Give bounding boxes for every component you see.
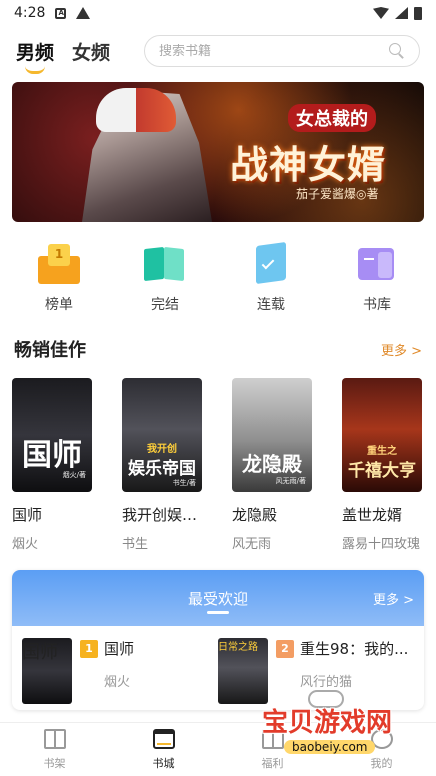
book-title: 国师 — [12, 506, 43, 524]
nav-bookstore[interactable]: 书城 — [109, 723, 218, 776]
status-bar: 4:28 — [0, 0, 436, 26]
signal-icon — [395, 7, 408, 19]
nav-welfare[interactable]: 福利 — [218, 723, 327, 776]
cover-title: 千禧大亨 — [348, 461, 416, 481]
cover-author: 烟火/著 — [62, 471, 86, 479]
ranking-icon: 1 — [36, 242, 82, 286]
banner-title: 战神女婿 — [230, 142, 387, 187]
category-finished[interactable]: 完结 — [120, 242, 210, 314]
top-nav: 男频 女频 — [0, 26, 436, 76]
bottom-nav: 书架 书城 福利 我的 — [0, 722, 436, 776]
book-card[interactable]: 龙隐殿 风无雨/著 龙隐殿 风无雨 — [232, 378, 314, 552]
tab-female[interactable]: 女频 — [72, 38, 110, 65]
book-cover: 龙隐殿 风无雨/著 — [232, 378, 312, 492]
battery-icon — [414, 6, 422, 20]
book-card[interactable]: 重生之 千禧大亨 盖世龙婿 露易十四玫瑰 — [342, 378, 424, 552]
bestsellers-header: 畅销佳作 更多 > — [0, 336, 436, 362]
notification-a-icon — [55, 7, 67, 19]
book-author: 风无雨 — [232, 537, 272, 552]
serial-book-icon — [248, 241, 294, 286]
cover-title: 日常之路 — [218, 642, 258, 653]
search-input[interactable] — [159, 43, 389, 59]
bestsellers-list: 国师 烟火/著 国师 烟火 我开创 娱乐帝国 书生/著 我开创娱乐帝国 书生 龙… — [0, 378, 436, 552]
cover-author: 风无雨/著 — [275, 477, 306, 485]
book-title: 国师 — [104, 640, 135, 658]
bookstore-icon — [152, 728, 175, 749]
nav-bookshelf[interactable]: 书架 — [0, 723, 109, 776]
cover-author: 书生/著 — [172, 479, 196, 487]
category-library[interactable]: 书库 — [332, 242, 422, 314]
rank-badge: 1 — [80, 639, 98, 658]
banner-author: 茄子爱酱爆◎著 — [296, 187, 379, 201]
nav-profile[interactable]: 我的 — [327, 723, 436, 776]
wifi-icon — [373, 7, 389, 19]
popular-item[interactable]: 国师 1 国师 烟火 — [22, 638, 218, 704]
book-author: 烟火 — [104, 675, 131, 690]
bestsellers-more-link[interactable]: 更多 > — [381, 340, 422, 359]
promo-banner[interactable]: 女总裁的 战神女婿 茄子爱酱爆◎著 — [12, 82, 424, 222]
tab-male[interactable]: 男频 — [16, 38, 55, 74]
most-popular-underline — [207, 611, 229, 614]
book-title: 盖世龙婿 — [342, 506, 403, 524]
bestsellers-title: 畅销佳作 — [14, 340, 86, 361]
status-time: 4:28 — [14, 5, 46, 21]
bookshelf-icon — [43, 728, 66, 749]
most-popular-list: 国师 1 国师 烟火 日常之路 2 重生98：我的... 风行的猫 — [12, 626, 424, 710]
banner-kicker: 女总裁的 — [288, 104, 376, 132]
book-title: 重生98：我的... — [300, 640, 409, 658]
search-bar[interactable] — [144, 35, 420, 67]
book-cover: 日常之路 — [218, 638, 268, 704]
cover-title: 娱乐帝国 — [128, 459, 196, 479]
search-icon[interactable] — [389, 43, 405, 59]
nav-bookstore-label: 书城 — [152, 756, 175, 770]
nav-welfare-label: 福利 — [261, 756, 284, 770]
cover-title: 龙隐殿 — [242, 452, 302, 476]
book-title: 我开创娱乐帝国 — [122, 506, 204, 524]
category-ranking-label: 榜单 — [45, 297, 73, 313]
banner-hero-hair — [96, 88, 176, 132]
book-author: 书生 — [122, 537, 149, 552]
category-finished-label: 完结 — [151, 297, 179, 313]
most-popular-more-link[interactable]: 更多 > — [373, 589, 414, 608]
profile-icon — [370, 728, 393, 749]
category-shortcuts: 1 榜单 完结 连载 书库 — [0, 222, 436, 314]
most-popular-panel: 最受欢迎 更多 > 国师 1 国师 烟火 日常之路 2 重生98：我的... 风… — [12, 570, 424, 710]
category-serial-label: 连载 — [257, 297, 285, 313]
category-library-label: 书库 — [363, 297, 391, 313]
category-serial[interactable]: 连载 — [226, 241, 316, 314]
nav-bookshelf-label: 书架 — [43, 756, 66, 770]
book-author: 风行的猫 — [300, 675, 353, 690]
cover-kicker: 重生之 — [367, 446, 397, 457]
cover-title: 国师 — [22, 438, 82, 473]
tab-female-label: 女频 — [72, 41, 111, 64]
book-author: 烟火 — [12, 537, 39, 552]
cover-title: 国师 — [22, 642, 58, 663]
book-cover: 国师 — [22, 638, 72, 704]
nav-profile-label: 我的 — [370, 756, 393, 770]
open-book-icon — [142, 242, 188, 286]
category-ranking[interactable]: 1 榜单 — [14, 242, 104, 314]
rank-badge: 2 — [276, 639, 294, 658]
most-popular-title: 最受欢迎 — [187, 589, 248, 608]
active-tab-indicator — [25, 66, 45, 74]
gift-icon — [261, 728, 284, 749]
cover-kicker: 我开创 — [147, 444, 177, 455]
popular-item[interactable]: 日常之路 2 重生98：我的... 风行的猫 — [218, 638, 414, 704]
book-title: 龙隐殿 — [232, 506, 278, 524]
book-card[interactable]: 国师 烟火/著 国师 烟火 — [12, 378, 94, 552]
book-card[interactable]: 我开创 娱乐帝国 书生/著 我开创娱乐帝国 书生 — [122, 378, 204, 552]
most-popular-header: 最受欢迎 更多 > — [12, 570, 424, 626]
tab-male-label: 男频 — [16, 41, 55, 64]
book-cover: 我开创 娱乐帝国 书生/著 — [122, 378, 202, 492]
warning-icon — [76, 7, 91, 19]
book-cover: 重生之 千禧大亨 — [342, 378, 422, 492]
library-icon — [354, 242, 400, 286]
book-author: 露易十四玫瑰 — [342, 537, 421, 552]
book-cover: 国师 烟火/著 — [12, 378, 92, 492]
